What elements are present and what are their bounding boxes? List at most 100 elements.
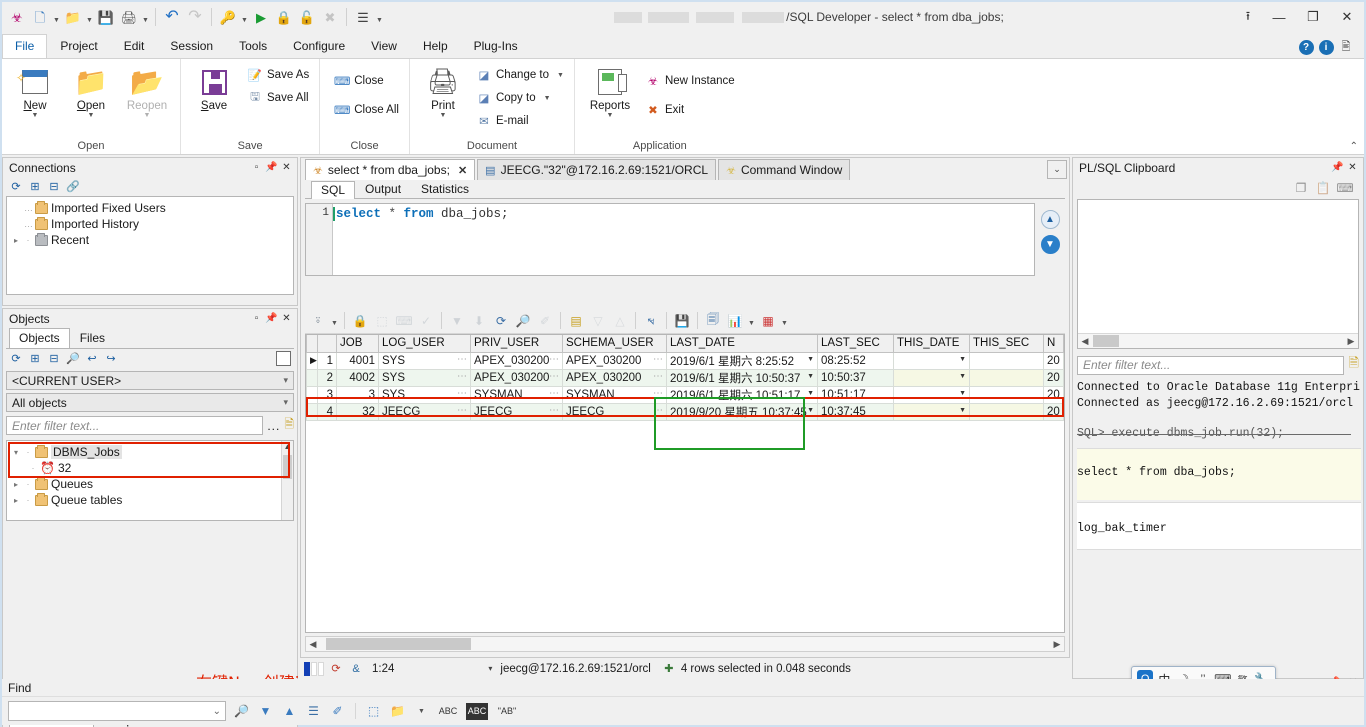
scroll-right-arrow-icon[interactable]: ▶: [1344, 336, 1358, 347]
tab-files[interactable]: Files: [70, 328, 115, 348]
cell-this-sec[interactable]: [969, 351, 1044, 370]
document-tab-command-window[interactable]: ☣ Command Window: [718, 159, 851, 180]
menu-tab-project[interactable]: Project: [47, 34, 110, 58]
qat-customize-icon[interactable]: ▼: [375, 6, 384, 28]
save-button[interactable]: Save: [187, 61, 241, 112]
match-case-icon[interactable]: ABC: [437, 703, 459, 720]
info-circle-icon[interactable]: i: [1318, 39, 1334, 55]
connections-tree[interactable]: … Imported Fixed Users … Imported Histor…: [6, 196, 294, 295]
whole-word-icon[interactable]: "AB": [495, 703, 519, 720]
scroll-left-arrow-icon[interactable]: ◀: [1078, 336, 1092, 347]
cell-job[interactable]: 3: [336, 385, 379, 404]
new-instance-button[interactable]: ☣ New Instance: [641, 71, 739, 91]
find-previous-icon[interactable]: ▲: [281, 703, 298, 720]
grid-layout-icon[interactable]: ⍤: [308, 311, 328, 331]
cell-this-date[interactable]: ▼: [893, 368, 970, 387]
objects-close-icon[interactable]: ✕: [279, 313, 294, 324]
column-header-log-user[interactable]: LOG_USER: [378, 335, 471, 353]
menu-tab-plugins[interactable]: Plug-Ins: [461, 34, 531, 58]
column-header-job[interactable]: JOB: [336, 335, 379, 353]
document-tab-sql-window[interactable]: ☣ select * from dba_jobs; ✕: [305, 159, 476, 180]
cell-dropdown-icon[interactable]: ▼: [807, 373, 814, 380]
previous-object-icon[interactable]: ↩: [85, 352, 99, 366]
email-button[interactable]: ✉ E-mail: [472, 111, 568, 131]
cell-last-date[interactable]: 2019/6/1 星期六 8:25:52 ▼: [666, 351, 818, 370]
search-document-icon[interactable]: 🖹: [1338, 39, 1354, 55]
scroll-track[interactable]: [320, 637, 1050, 651]
tree-item-queues[interactable]: ▸ · Queues: [7, 476, 293, 492]
cell-log-user[interactable]: JEECG ⋯: [378, 402, 471, 421]
paste-icon[interactable]: 📋: [1315, 180, 1331, 196]
new-file-dropdown-icon[interactable]: ▼: [52, 6, 61, 28]
connections-maximize-icon[interactable]: ▫: [249, 162, 264, 173]
clipboard-pin-icon[interactable]: 📌: [1330, 162, 1345, 173]
cell-dropdown-icon[interactable]: ▼: [807, 407, 814, 414]
copy-to-button[interactable]: ◪ Copy to ▼: [472, 88, 568, 108]
tab-output[interactable]: Output: [355, 180, 411, 198]
result-grid[interactable]: JOB LOG_USER PRIV_USER SCHEMA_USER LAST_…: [305, 334, 1065, 633]
exit-button[interactable]: ✖ Exit: [641, 100, 739, 120]
print-icon[interactable]: 🖨: [118, 6, 140, 28]
menu-tab-view[interactable]: View: [358, 34, 410, 58]
copy-to-dropdown-icon[interactable]: ▼: [544, 95, 551, 102]
new-dropdown-arrow-icon[interactable]: ▼: [32, 112, 39, 119]
open-file-icon[interactable]: 📁: [62, 6, 84, 28]
grid-export-icon[interactable]: ▦: [758, 311, 778, 331]
cell-priv-user[interactable]: JEECG ⋯: [470, 402, 563, 421]
tree-item-queue-tables[interactable]: ▸ · Queue tables: [7, 492, 293, 508]
cell-schema-user[interactable]: JEECG ⋯: [562, 402, 667, 421]
cell-last-sec[interactable]: 10:51:17: [817, 385, 894, 404]
cell-n[interactable]: 20: [1043, 351, 1064, 370]
minimize-button[interactable]: —: [1262, 2, 1296, 32]
cell-job[interactable]: 4002: [336, 368, 379, 387]
new-clip-icon[interactable]: 🗎: [1349, 354, 1359, 376]
execute-icon[interactable]: ▶: [250, 6, 272, 28]
objects-options-box[interactable]: [276, 351, 291, 366]
cell-dropdown-icon[interactable]: ▼: [807, 390, 814, 397]
chevron-down-icon[interactable]: ⌄: [213, 706, 221, 717]
refresh-data-icon[interactable]: ⟳: [491, 311, 511, 331]
print-button[interactable]: 🖨 Print ▼: [416, 61, 470, 120]
find-next-icon[interactable]: ▼: [257, 703, 274, 720]
find-objects-icon[interactable]: 🔎: [66, 352, 80, 366]
menu-tab-session[interactable]: Session: [157, 34, 226, 58]
settings-sliders-icon[interactable]: ☰: [352, 6, 374, 28]
cell-dropdown-icon[interactable]: ▼: [959, 356, 966, 363]
tree-item-imported-history[interactable]: … Imported History: [7, 216, 293, 232]
help-circle-icon[interactable]: ?: [1298, 39, 1314, 55]
tree-item-job-32[interactable]: · ⏰ 32: [7, 460, 293, 476]
close-button[interactable]: ⌨ Close: [330, 71, 403, 91]
open-dropdown-arrow-icon[interactable]: ▼: [88, 112, 95, 119]
save-results-icon[interactable]: 💾: [672, 311, 692, 331]
cell-schema-user[interactable]: APEX_030200 ⋯: [562, 351, 667, 370]
cell-this-sec[interactable]: [969, 402, 1044, 421]
chart-view-dropdown-icon[interactable]: ▼: [747, 311, 756, 331]
chevron-right-icon[interactable]: ▸: [11, 236, 21, 245]
reopen-button[interactable]: 📂 Reopen ▼: [120, 61, 174, 119]
connections-pin-icon[interactable]: 📌: [264, 162, 279, 173]
objects-tree[interactable]: ▾ · DBMS_Jobs · ⏰ 32 ▸ · Queues ▸ · Queu…: [6, 440, 294, 521]
table-row[interactable]: 3 3 SYS ⋯ SYSMAN ⋯ SYSMAN ⋯ 2019/6/1 星期六 10…: [306, 385, 1064, 404]
next-object-icon[interactable]: ↪: [104, 352, 118, 366]
menu-tab-help[interactable]: Help: [410, 34, 461, 58]
scroll-right-arrow-icon[interactable]: ▶: [1050, 639, 1064, 650]
new-filter-icon[interactable]: 🗎: [284, 415, 294, 436]
column-header-schema-user[interactable]: SCHEMA_USER: [562, 335, 667, 353]
clipboard-list[interactable]: ◀ ▶: [1077, 199, 1359, 349]
chart-view-icon[interactable]: 📊: [725, 311, 745, 331]
print-dropdown-arrow-icon[interactable]: ▼: [439, 112, 446, 119]
cell-dropdown-icon[interactable]: ▼: [959, 407, 966, 414]
single-record-view-icon[interactable]: ▤: [566, 311, 586, 331]
find-data-icon[interactable]: 🔎: [513, 311, 533, 331]
cell-last-sec[interactable]: 08:25:52: [817, 351, 894, 370]
editor-code-area[interactable]: select * from dba_jobs;: [333, 204, 1034, 275]
cell-this-date[interactable]: ▼: [893, 351, 970, 370]
scroll-thumb[interactable]: [283, 455, 292, 479]
close-all-button[interactable]: ⌨ Close All: [330, 100, 403, 120]
add-connection-icon[interactable]: 🔗: [66, 180, 80, 194]
save-icon[interactable]: 💾: [95, 6, 117, 28]
column-header-this-date[interactable]: THIS_DATE: [893, 335, 970, 353]
document-tab-database-object[interactable]: ▤ JEECG."32"@172.16.2.69:1521/ORCL: [477, 159, 717, 180]
column-header-n[interactable]: N: [1043, 335, 1064, 353]
cell-dropdown-icon[interactable]: ▼: [959, 390, 966, 397]
